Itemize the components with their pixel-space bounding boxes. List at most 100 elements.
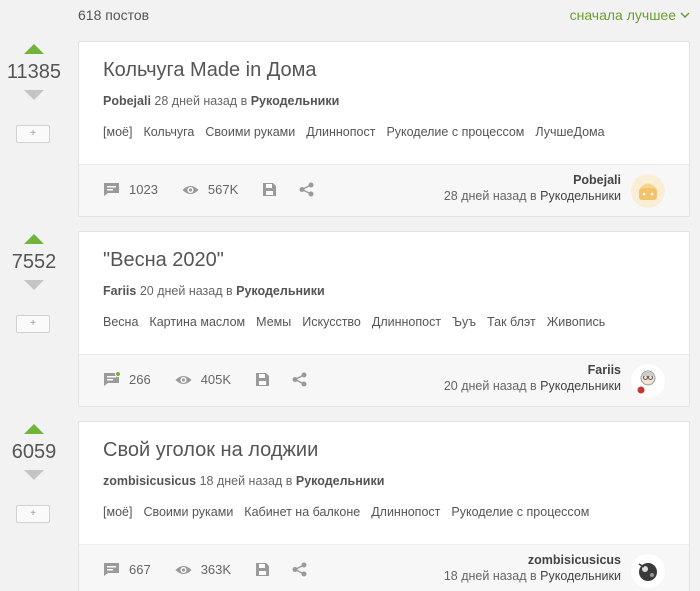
save-story-button[interactable]: +: [16, 315, 50, 333]
comments-button[interactable]: 266: [103, 372, 151, 387]
downvote-button[interactable]: [24, 280, 44, 290]
community-link[interactable]: Рукодельники: [540, 569, 621, 583]
author-nick[interactable]: Fariis: [444, 363, 621, 377]
eye-icon: [182, 185, 199, 194]
save-button[interactable]: [262, 182, 277, 197]
tag[interactable]: Длиннопост: [372, 315, 441, 329]
comments-count: 1023: [129, 182, 158, 197]
author-link[interactable]: Fariis: [103, 284, 136, 298]
author-link[interactable]: zombisicusicus: [103, 474, 196, 488]
story-actions: 667 363K: [103, 562, 307, 577]
tags-list: [моё] Своими руками Кабинет на балконе Д…: [103, 505, 589, 519]
author-block: zombisicusicus 18 дней назад в Рукодельн…: [444, 553, 621, 583]
tag[interactable]: ЛучшеДома: [535, 125, 604, 139]
upvote-button[interactable]: [24, 234, 44, 244]
tag[interactable]: Кабинет на балконе: [244, 505, 360, 519]
author-sub: 18 дней назад в Рукодельники: [444, 569, 621, 583]
views-indicator: 405K: [175, 372, 231, 387]
author-sub: 28 дней назад в Рукодельники: [444, 189, 621, 203]
comments-count: 266: [129, 372, 151, 387]
story-card: Свой уголок на лоджии zombisicusicus 18 …: [78, 421, 690, 591]
eye-icon: [175, 565, 192, 574]
tags-list: [моё] Кольчуга Своими руками Длиннопост …: [103, 125, 605, 139]
author-nick[interactable]: zombisicusicus: [444, 553, 621, 567]
tag[interactable]: Мемы: [256, 315, 291, 329]
author-nick[interactable]: Pobejali: [444, 173, 621, 187]
comment-icon: [104, 563, 119, 576]
tag[interactable]: Ъуъ: [452, 315, 476, 329]
share-icon: [292, 372, 307, 387]
story-footer: 1023 567K Pobejali 28 дней назад в Рукод…: [79, 164, 689, 216]
feed-header: 618 постов сначала лучшее: [0, 0, 700, 32]
comments-button[interactable]: 1023: [103, 182, 158, 197]
story-card: Кольчуга Made in Дома Pobejali 28 дней н…: [78, 41, 690, 217]
tag[interactable]: Кольчуга: [143, 125, 194, 139]
save-story-button[interactable]: +: [16, 125, 50, 143]
author-block: Pobejali 28 дней назад в Рукодельники: [444, 173, 621, 203]
tag[interactable]: Рукоделие с процессом: [386, 125, 524, 139]
upvote-button[interactable]: [24, 44, 44, 54]
save-button[interactable]: [255, 562, 270, 577]
story-title[interactable]: Кольчуга Made in Дома: [103, 59, 317, 82]
tag[interactable]: Рукоделие с процессом: [451, 505, 589, 519]
story-in: в: [226, 284, 233, 298]
avatar[interactable]: [631, 554, 665, 588]
tag[interactable]: Своими руками: [143, 505, 233, 519]
comments-count: 667: [129, 562, 151, 577]
community-link[interactable]: Рукодельники: [296, 474, 385, 488]
tag[interactable]: [моё]: [103, 125, 132, 139]
rating-value: 6059: [11, 441, 57, 463]
community-link[interactable]: Рукодельники: [540, 189, 621, 203]
views-count: 567K: [207, 182, 239, 197]
tags-list: Весна Картина маслом Мемы Искусство Длин…: [103, 315, 605, 329]
upvote-button[interactable]: [24, 424, 44, 434]
community-link[interactable]: Рукодельники: [540, 379, 621, 393]
chevron-down-icon: [680, 12, 690, 19]
story-in: в: [285, 474, 293, 488]
tag[interactable]: Живопись: [547, 315, 606, 329]
story-date: 28 дней назад: [154, 94, 238, 108]
avatar[interactable]: [631, 364, 665, 398]
story-date: 20 дней назад: [139, 284, 223, 298]
tag[interactable]: Картина маслом: [149, 315, 245, 329]
story: 11385 + Кольчуга Made in Дома Pobejali 2…: [0, 41, 700, 217]
tag[interactable]: Так блэт: [487, 315, 536, 329]
community-link[interactable]: Рукодельники: [251, 94, 340, 108]
comments-button[interactable]: 667: [103, 562, 151, 577]
views-count: 405K: [200, 372, 232, 387]
author-block: Fariis 20 дней назад в Рукодельники: [444, 363, 621, 393]
share-button[interactable]: [292, 562, 307, 577]
tag[interactable]: [моё]: [103, 505, 132, 519]
tag[interactable]: Длиннопост: [306, 125, 375, 139]
share-button[interactable]: [299, 182, 314, 197]
tag[interactable]: Искусство: [302, 315, 361, 329]
posts-count: 618 постов: [78, 7, 150, 23]
author-date: 20 дней назад в: [443, 379, 537, 393]
tag[interactable]: Длиннопост: [371, 505, 440, 519]
author-sub: 20 дней назад в Рукодельники: [444, 379, 621, 393]
story-date: 18 дней назад: [199, 474, 283, 488]
comment-icon: [104, 372, 120, 386]
story-title[interactable]: Свой уголок на лоджии: [103, 439, 318, 462]
sort-dropdown[interactable]: сначала лучшее: [570, 7, 690, 23]
author-link[interactable]: Pobejali: [103, 94, 151, 108]
share-icon: [299, 182, 314, 197]
save-button[interactable]: [255, 372, 270, 387]
story-meta: Fariis 20 дней назад в Рукодельники: [103, 284, 325, 298]
rating-value: 7552: [11, 251, 57, 273]
avatar[interactable]: [631, 174, 665, 208]
floppy-icon: [263, 183, 277, 196]
story-title[interactable]: "Весна 2020": [103, 249, 224, 272]
sort-label: сначала лучшее: [569, 7, 676, 23]
save-story-button[interactable]: +: [16, 505, 50, 523]
downvote-button[interactable]: [24, 90, 44, 100]
floppy-icon: [256, 373, 270, 386]
story-footer: 667 363K zombisicusicus 18 дней назад в …: [79, 544, 689, 591]
community-link[interactable]: Рукодельники: [236, 284, 325, 298]
views-count: 363K: [200, 562, 232, 577]
story-footer: 266 405K Fariis 20 дней назад в Рукодель…: [79, 354, 689, 406]
downvote-button[interactable]: [24, 470, 44, 480]
tag[interactable]: Весна: [103, 315, 138, 329]
share-button[interactable]: [292, 372, 307, 387]
tag[interactable]: Своими руками: [205, 125, 295, 139]
